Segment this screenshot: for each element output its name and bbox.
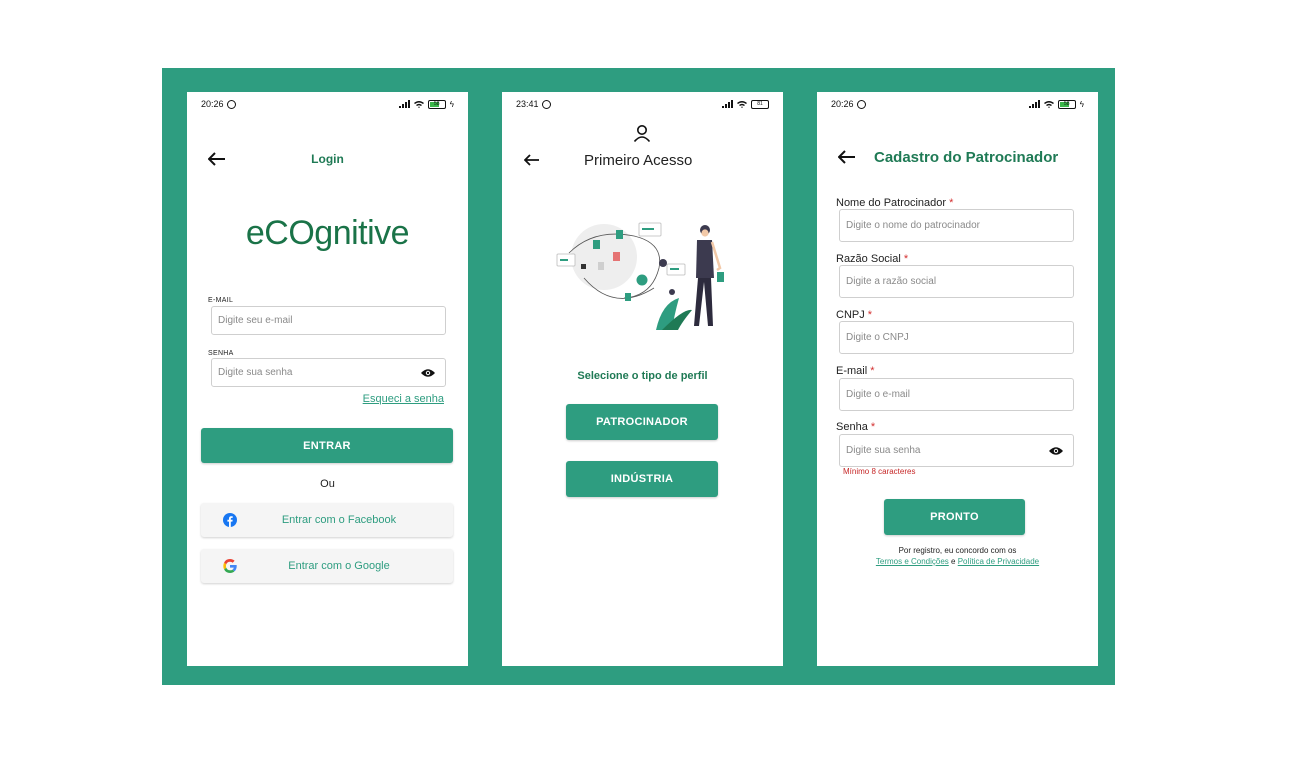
company-name-label: Razão Social *	[836, 253, 909, 265]
terms-link[interactable]: Termos e Condições	[876, 557, 949, 566]
show-password-eye-icon[interactable]	[421, 368, 435, 377]
sponsor-registration-screen: 20:26 58 ϟ Cadastro do Patrocinador Nome…	[817, 92, 1098, 666]
facebook-login-button[interactable]: Entrar com o Facebook	[201, 503, 453, 537]
charging-icon: ϟ	[1079, 99, 1084, 109]
email-placeholder: Digite o e-mail	[846, 389, 910, 400]
password-label: Senha *	[836, 421, 876, 433]
login-screen: 20:26 58 ϟ Login eCOgnitive E-MAIL Digit…	[187, 92, 468, 666]
status-time: 20:26	[201, 99, 224, 109]
signal-icon	[1028, 100, 1040, 108]
alarm-icon	[856, 99, 866, 109]
wifi-icon	[737, 101, 747, 108]
alarm-icon	[226, 99, 236, 109]
first-access-screen: 23:41 81 Primeiro Acesso Selecione o tip…	[502, 92, 783, 666]
status-bar: 20:26 58 ϟ	[201, 98, 454, 110]
wifi-icon	[1043, 101, 1054, 108]
email-label: E-MAIL	[208, 297, 234, 304]
status-time: 20:26	[831, 99, 854, 109]
status-bar: 20:26 58 ϟ	[831, 98, 1084, 110]
show-password-eye-icon[interactable]	[1049, 446, 1063, 455]
cnpj-label: CNPJ *	[836, 309, 873, 321]
profile-type-prompt: Selecione o tipo de perfil	[577, 370, 708, 382]
email-label: E-mail *	[836, 365, 875, 377]
password-label: SENHA	[208, 350, 234, 357]
company-name-field[interactable]: Digite a razão social	[839, 265, 1074, 298]
user-profile-icon[interactable]	[633, 124, 651, 142]
facebook-login-label: Entrar com o Facebook	[281, 514, 397, 526]
sponsor-name-label: Nome do Patrocinador *	[836, 197, 954, 209]
industry-profile-button[interactable]: INDÚSTRIA	[566, 461, 718, 497]
privacy-policy-link[interactable]: Política de Privacidade	[958, 557, 1039, 566]
submit-button[interactable]: PRONTO	[884, 499, 1025, 535]
charging-icon: ϟ	[449, 99, 454, 109]
sponsor-profile-button[interactable]: PATROCINADOR	[566, 404, 718, 440]
login-button[interactable]: ENTRAR	[201, 428, 453, 463]
terms-conjunction: e	[951, 557, 956, 566]
battery-icon: 81	[751, 99, 769, 109]
app-logo: eCOgnitive	[245, 214, 410, 252]
email-field[interactable]: Digite o e-mail	[839, 378, 1074, 411]
email-field[interactable]: Digite seu e-mail	[211, 306, 446, 335]
password-placeholder: Digite sua senha	[218, 367, 293, 378]
status-bar: 23:41 81	[516, 98, 769, 110]
page-title: Login	[311, 152, 344, 166]
wifi-icon	[413, 101, 424, 108]
battery-icon: 58	[1057, 99, 1076, 109]
back-arrow-icon[interactable]	[524, 154, 542, 168]
page-title: Primeiro Acesso	[584, 152, 693, 169]
back-arrow-icon[interactable]	[838, 150, 856, 164]
battery-icon: 58	[427, 99, 446, 109]
page-title: Cadastro do Patrocinador	[874, 149, 1059, 166]
password-field[interactable]: Digite sua senha	[839, 434, 1074, 467]
password-field[interactable]: Digite sua senha	[211, 358, 446, 387]
google-login-button[interactable]: Entrar com o Google	[201, 549, 453, 583]
cnpj-field[interactable]: Digite o CNPJ	[839, 321, 1074, 354]
or-divider-text: Ou	[320, 478, 335, 490]
google-login-label: Entrar com o Google	[288, 560, 390, 572]
status-time: 23:41	[516, 99, 539, 109]
alarm-icon	[541, 99, 551, 109]
forgot-password-link[interactable]: Esqueci a senha	[363, 393, 444, 405]
terms-prefix: Por registro, eu concordo com os	[898, 546, 1017, 555]
sponsor-name-field[interactable]: Digite o nome do patrocinador	[839, 209, 1074, 242]
sponsor-name-placeholder: Digite o nome do patrocinador	[846, 220, 980, 231]
profile-selection-illustration	[556, 222, 724, 330]
password-hint: Mínimo 8 caracteres	[843, 467, 916, 476]
password-placeholder: Digite sua senha	[846, 445, 921, 456]
signal-icon	[398, 100, 410, 108]
company-name-placeholder: Digite a razão social	[846, 276, 937, 287]
terms-notice: Por registro, eu concordo com os Termos …	[817, 545, 1098, 567]
cnpj-placeholder: Digite o CNPJ	[846, 332, 909, 343]
email-placeholder: Digite seu e-mail	[218, 315, 293, 326]
signal-icon	[722, 100, 733, 108]
